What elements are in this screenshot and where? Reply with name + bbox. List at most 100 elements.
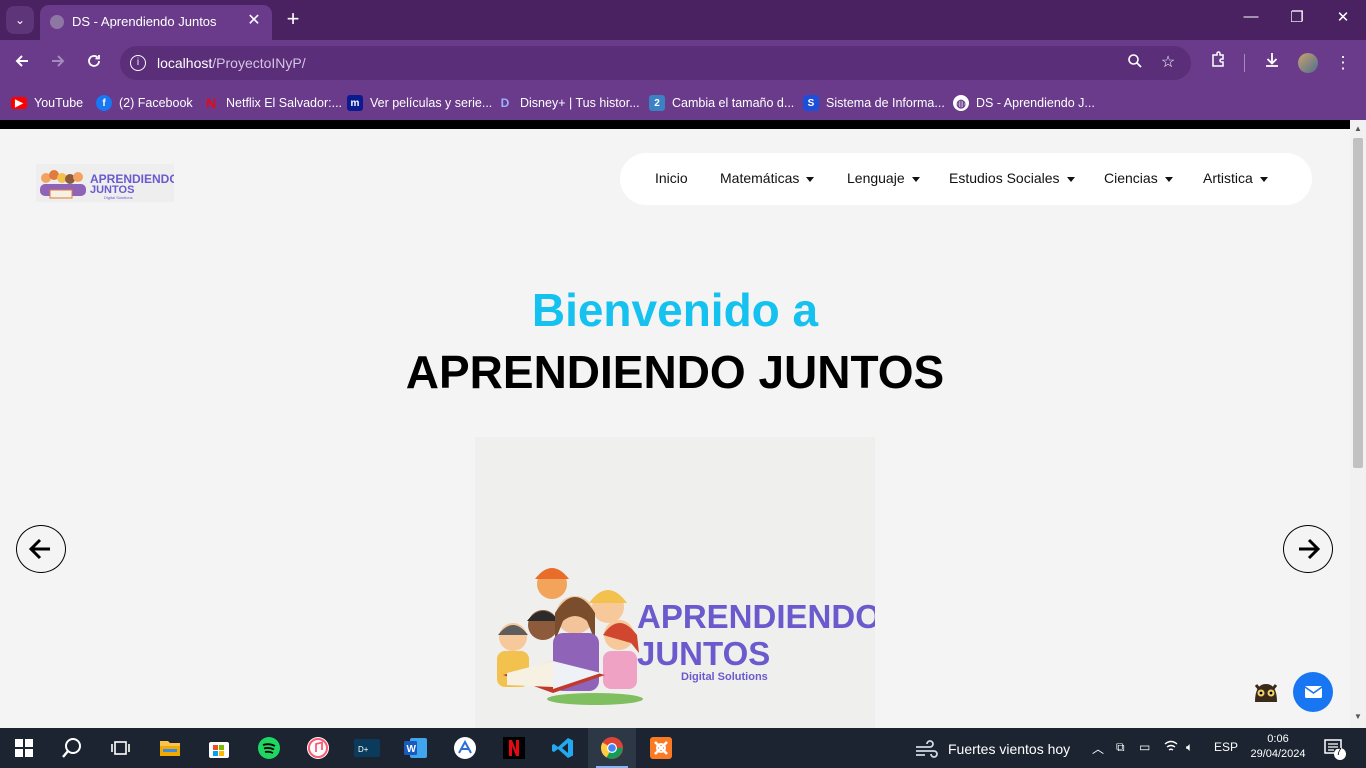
task-view-icon[interactable]: [106, 734, 134, 762]
caret-down-icon: [1164, 176, 1173, 182]
bookmark-youtube[interactable]: ▶ YouTube: [11, 92, 83, 114]
hero-title: APRENDIENDO JUNTOS: [405, 346, 945, 398]
svg-text:D+: D+: [358, 745, 369, 754]
kids-logo-image: APRENDIENDO JUNTOS Digital Solutions: [497, 568, 881, 705]
clock[interactable]: 0:06 29/04/2024: [1250, 732, 1306, 762]
weather-text: Fuertes vientos hoy: [948, 741, 1071, 757]
facebook-icon: f: [96, 95, 112, 111]
toolbar-divider: [1244, 54, 1245, 72]
volume-icon[interactable]: 🔈︎: [1186, 740, 1193, 755]
clock-time: 0:06: [1267, 733, 1289, 745]
netflix-icon: N: [205, 95, 217, 111]
carousel-slide: APRENDIENDO JUNTOS Digital Solutions: [475, 437, 881, 728]
itunes-icon[interactable]: [304, 734, 332, 762]
bookmark-movies[interactable]: m Ver películas y serie...: [347, 92, 492, 114]
nav-ciencias[interactable]: Ciencias: [1104, 170, 1173, 186]
envelope-icon: [1304, 686, 1323, 698]
globe-icon: [50, 15, 64, 29]
svg-text:Digital Solutions: Digital Solutions: [681, 671, 768, 683]
tab-close-button[interactable]: ✕: [244, 11, 264, 31]
chevron-up-icon[interactable]: ︿: [1092, 740, 1104, 757]
forward-button[interactable]: [46, 51, 70, 75]
netflix-app-icon[interactable]: [500, 734, 528, 762]
spotify-icon[interactable]: [255, 734, 283, 762]
nav-artistica[interactable]: Artistica: [1203, 170, 1268, 186]
main-nav: Inicio Matemáticas Lenguaje Estudios Soc…: [620, 153, 1312, 205]
two-icon: 2: [649, 95, 665, 111]
extensions-icon[interactable]: [1206, 51, 1230, 75]
kids-logo-image: APRENDIENDO JUNTOS Digital Solutions: [40, 170, 179, 200]
reload-button[interactable]: [82, 51, 106, 75]
bookmark-facebook[interactable]: f (2) Facebook: [96, 92, 193, 114]
m-icon: m: [347, 95, 363, 111]
address-bar[interactable]: i localhost/ProyectoINyP/ ☆: [120, 46, 1191, 80]
notification-count: 7: [1336, 747, 1342, 758]
caret-down-icon: [806, 176, 815, 182]
restore-button[interactable]: ❐: [1285, 8, 1309, 26]
scrollbar-thumb[interactable]: [1353, 138, 1363, 468]
language-indicator[interactable]: ESP: [1214, 740, 1238, 754]
caret-down-icon: [911, 176, 920, 182]
contact-mail-button[interactable]: [1293, 672, 1333, 712]
tab-active[interactable]: DS - Aprendiendo Juntos ✕: [40, 5, 272, 40]
arrow-left-icon: [15, 55, 28, 67]
nav-lenguaje[interactable]: Lenguaje: [847, 170, 920, 186]
site-logo[interactable]: APRENDIENDO JUNTOS Digital Solutions: [36, 164, 179, 202]
page-scrollbar[interactable]: ▲ ▼: [1350, 120, 1366, 728]
owl-icon: [1254, 684, 1278, 702]
menu-kebab-icon[interactable]: ⋮: [1331, 51, 1355, 75]
minimize-button[interactable]: —: [1239, 8, 1263, 25]
bookmark-resize[interactable]: 2 Cambia el tamaño d...: [649, 92, 794, 114]
tab-search-button[interactable]: ⌄: [6, 6, 34, 34]
vscode-icon[interactable]: [549, 734, 577, 762]
svg-text:APRENDIENDO: APRENDIENDO: [637, 598, 875, 635]
profile-avatar[interactable]: [1298, 53, 1318, 73]
disney-plus-icon[interactable]: D+: [353, 734, 381, 762]
download-icon[interactable]: [1260, 51, 1284, 75]
hero-subtitle: Bienvenido a: [531, 284, 819, 336]
arrow-left-icon: [28, 538, 50, 560]
weather-widget[interactable]: Fuertes vientos hoy: [914, 740, 1070, 758]
zoom-icon[interactable]: [1125, 53, 1145, 73]
bookmark-netflix[interactable]: N Netflix El Salvador:...: [203, 92, 342, 114]
new-tab-button[interactable]: +: [282, 8, 304, 30]
wifi-icon[interactable]: [1164, 740, 1178, 755]
chrome-icon[interactable]: [598, 734, 626, 762]
chat-bot-button[interactable]: [1246, 672, 1286, 712]
window-close-button[interactable]: ✕: [1331, 8, 1355, 26]
carousel-prev-button[interactable]: [16, 525, 66, 573]
bookmark-star-icon[interactable]: ☆: [1158, 53, 1178, 73]
url-text: localhost/ProyectoINyP/: [157, 55, 306, 71]
vpn-app-icon[interactable]: [451, 734, 479, 762]
svg-text:JUNTOS: JUNTOS: [637, 635, 770, 672]
microsoft-store-icon[interactable]: [205, 734, 233, 762]
nav-matematicas[interactable]: Matemáticas: [720, 170, 815, 186]
page-viewport: APRENDIENDO JUNTOS Digital Solutions Ini…: [0, 120, 1366, 728]
meet-now-icon[interactable]: ⧉: [1116, 740, 1125, 755]
windows-start-icon[interactable]: [10, 734, 38, 762]
scroll-down-icon[interactable]: ▼: [1354, 712, 1362, 721]
site-info-icon[interactable]: i: [130, 55, 146, 71]
back-button[interactable]: [10, 51, 34, 75]
notifications-icon[interactable]: 7: [1321, 734, 1349, 762]
tab-strip: ⌄ DS - Aprendiendo Juntos ✕ + — ❐ ✕: [0, 0, 1366, 40]
clock-date: 29/04/2024: [1250, 748, 1306, 760]
tab-title: DS - Aprendiendo Juntos: [72, 14, 217, 29]
page-top-bar: [0, 120, 1350, 129]
bookmarks-bar: ▶ YouTube f (2) Facebook N Netflix El Salva…: [0, 86, 1366, 120]
bookmark-ds[interactable]: ◍ DS - Aprendiendo J...: [953, 92, 1095, 114]
reload-icon: [88, 55, 100, 67]
xampp-icon[interactable]: [647, 734, 675, 762]
scroll-up-icon[interactable]: ▲: [1354, 124, 1362, 133]
browser-toolbar: i localhost/ProyectoINyP/ ☆ ⋮: [0, 40, 1366, 86]
battery-icon[interactable]: ▭: [1139, 740, 1150, 754]
nav-inicio[interactable]: Inicio: [655, 170, 688, 186]
word-icon[interactable]: W: [402, 734, 430, 762]
file-explorer-icon[interactable]: [156, 734, 184, 762]
search-icon[interactable]: [58, 734, 86, 762]
nav-estudios-sociales[interactable]: Estudios Sociales: [949, 170, 1075, 186]
caret-down-icon: [1259, 176, 1268, 182]
bookmark-disney[interactable]: D Disney+ | Tus histor...: [497, 92, 640, 114]
bookmark-sistema[interactable]: S Sistema de Informa...: [803, 92, 945, 114]
carousel-next-button[interactable]: [1283, 525, 1333, 573]
